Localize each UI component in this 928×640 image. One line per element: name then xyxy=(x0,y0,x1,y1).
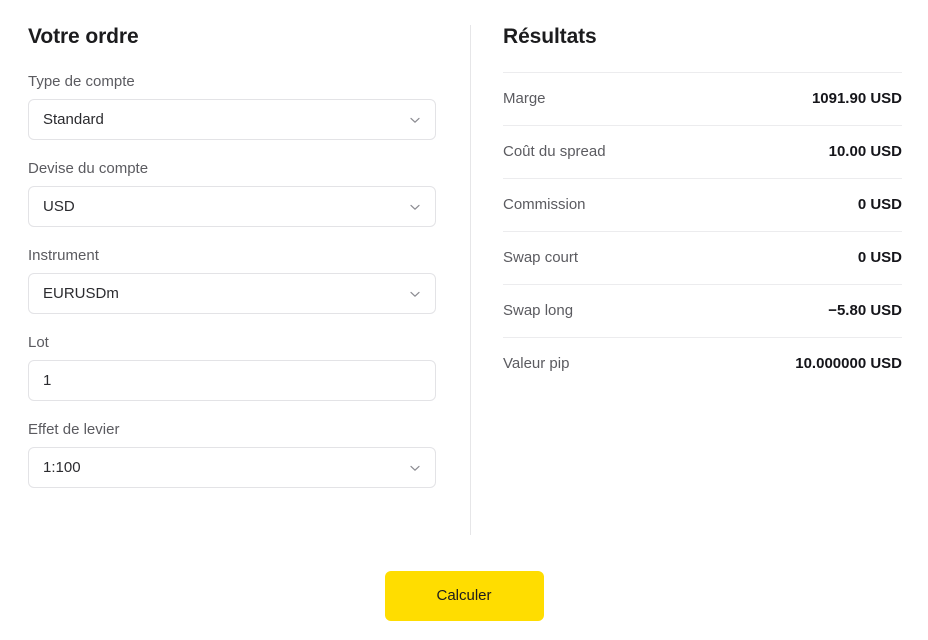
column-divider xyxy=(470,25,471,535)
result-value-commission: 0 USD xyxy=(857,196,902,213)
results-list: Marge 1091.90 USD Coût du spread 10.00 USD C… xyxy=(503,72,902,390)
result-label-swap-long: Swap long xyxy=(503,302,574,319)
results-panel: Résultats Marge 1091.90 USD Coût du spread… xyxy=(503,24,902,390)
order-panel: Votre ordre Type de compte Standard Devise… xyxy=(28,24,436,488)
result-value-margin: 1091.90 USD xyxy=(811,90,902,107)
field-label-account-type: Type de compte xyxy=(28,73,135,90)
field-leverage: Effet de levier 1:100 xyxy=(28,420,436,488)
input-lot[interactable]: 1 xyxy=(28,360,436,401)
result-label-commission: Commission xyxy=(503,196,586,213)
result-label-spread-cost: Coût du spread xyxy=(503,143,606,160)
value-account-type: Standard xyxy=(43,110,104,128)
result-row-pip-value: Valeur pip 10.000000 USD xyxy=(503,338,902,390)
field-label-leverage: Effet de levier xyxy=(28,421,120,438)
field-account-currency: Devise du compte USD xyxy=(28,159,436,227)
field-label-instrument: Instrument xyxy=(28,247,99,264)
value-instrument: EURUSDm xyxy=(43,284,119,302)
order-panel-title: Votre ordre xyxy=(28,25,139,48)
result-row-swap-short: Swap court 0 USD xyxy=(503,232,902,285)
value-lot: 1 xyxy=(43,371,52,389)
calculator-columns: Votre ordre Type de compte Standard Devise… xyxy=(0,0,928,545)
calculate-button[interactable]: Calculer xyxy=(384,571,544,621)
result-value-pip-value: 10.000000 USD xyxy=(795,355,902,372)
result-label-pip-value: Valeur pip xyxy=(503,355,570,372)
chevron-down-icon[interactable] xyxy=(408,461,422,475)
select-account-type[interactable]: Standard xyxy=(28,99,436,140)
margin-calculator: Votre ordre Type de compte Standard Devise… xyxy=(0,0,928,640)
field-label-account-currency: Devise du compte xyxy=(28,160,149,177)
value-account-currency: USD xyxy=(43,197,75,215)
field-account-type: Type de compte Standard xyxy=(28,72,436,140)
chevron-down-icon[interactable] xyxy=(408,287,422,301)
order-fields: Type de compte Standard Devise du compte US… xyxy=(28,72,436,488)
result-row-spread-cost: Coût du spread 10.00 USD xyxy=(503,126,902,179)
field-instrument: Instrument EURUSDm xyxy=(28,246,436,314)
chevron-down-icon[interactable] xyxy=(408,200,422,214)
value-leverage: 1:100 xyxy=(43,458,81,476)
results-panel-title: Résultats xyxy=(503,25,597,48)
result-label-margin: Marge xyxy=(503,90,546,107)
select-account-currency[interactable]: USD xyxy=(28,186,436,227)
result-value-swap-long: −5.80 USD xyxy=(828,302,902,319)
result-row-margin: Marge 1091.90 USD xyxy=(503,73,902,126)
field-label-lot: Lot xyxy=(28,334,49,351)
result-value-swap-short: 0 USD xyxy=(857,249,902,266)
select-leverage[interactable]: 1:100 xyxy=(28,447,436,488)
submit-area: Calculer xyxy=(0,571,928,621)
select-instrument[interactable]: EURUSDm xyxy=(28,273,436,314)
result-value-spread-cost: 10.00 USD xyxy=(828,143,902,160)
field-lot: Lot 1 xyxy=(28,333,436,401)
result-label-swap-short: Swap court xyxy=(503,249,579,266)
result-row-swap-long: Swap long −5.80 USD xyxy=(503,285,902,338)
chevron-down-icon[interactable] xyxy=(408,113,422,127)
result-row-commission: Commission 0 USD xyxy=(503,179,902,232)
